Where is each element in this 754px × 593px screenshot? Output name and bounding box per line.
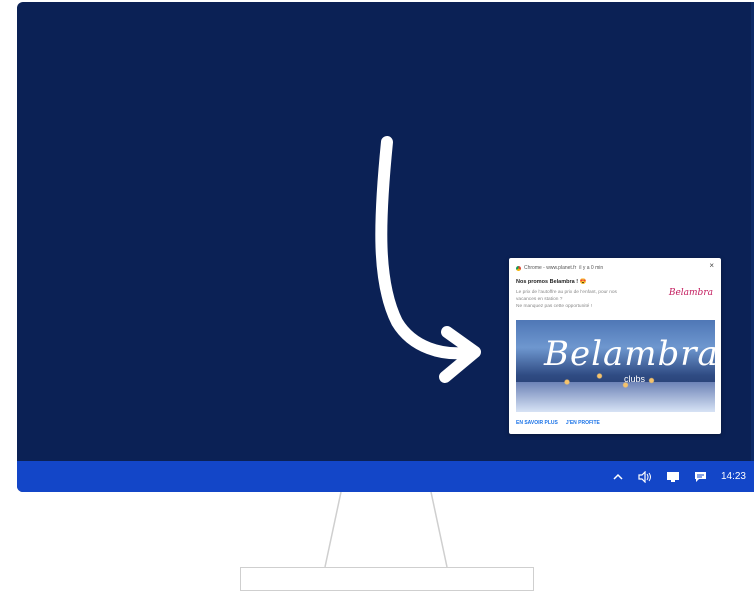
- image-sub-text: clubs: [624, 374, 646, 384]
- notification-image: Belambra clubs: [516, 320, 715, 412]
- image-brand-text: Belambra: [544, 334, 715, 374]
- chrome-icon: [516, 265, 521, 271]
- notification-source: Chrome - www.planet.fr: [524, 265, 577, 271]
- notification-body-line: vacances en station ?: [516, 297, 563, 302]
- learn-more-button[interactable]: EN SAVOIR PLUS: [516, 420, 558, 426]
- taskbar: 14:23: [17, 461, 754, 492]
- monitor-stand: [324, 492, 448, 568]
- volume-icon[interactable]: [638, 470, 652, 483]
- notification-title: Nos promos Belambra ! 😍: [516, 279, 587, 285]
- take-offer-button[interactable]: J'EN PROFITE: [566, 420, 600, 426]
- clock[interactable]: 14:23: [721, 471, 746, 482]
- notification-body-line: Le prix de l'autoffre au prix de l'enfan…: [516, 290, 617, 295]
- notification-header: Chrome - www.planet.fr il y a 0 min: [516, 265, 603, 271]
- chevron-up-icon[interactable]: [612, 471, 624, 483]
- display-icon[interactable]: [666, 471, 680, 483]
- notification-body-line: Ne manquez pas cette opportunité !: [516, 304, 592, 309]
- notification-time: il y a 0 min: [579, 265, 604, 271]
- notification-body: Le prix de l'autoffre au prix de l'enfan…: [516, 289, 666, 310]
- system-tray: 14:23: [612, 461, 746, 492]
- message-icon[interactable]: [694, 471, 707, 483]
- push-notification[interactable]: Chrome - www.planet.fr il y a 0 min × No…: [509, 258, 721, 434]
- close-icon[interactable]: ×: [709, 261, 714, 270]
- pointer-arrow: [375, 136, 481, 383]
- monitor-base: [240, 567, 534, 591]
- notification-actions: EN SAVOIR PLUS J'EN PROFITE: [516, 420, 600, 426]
- belambra-logo: Belambra: [668, 288, 713, 298]
